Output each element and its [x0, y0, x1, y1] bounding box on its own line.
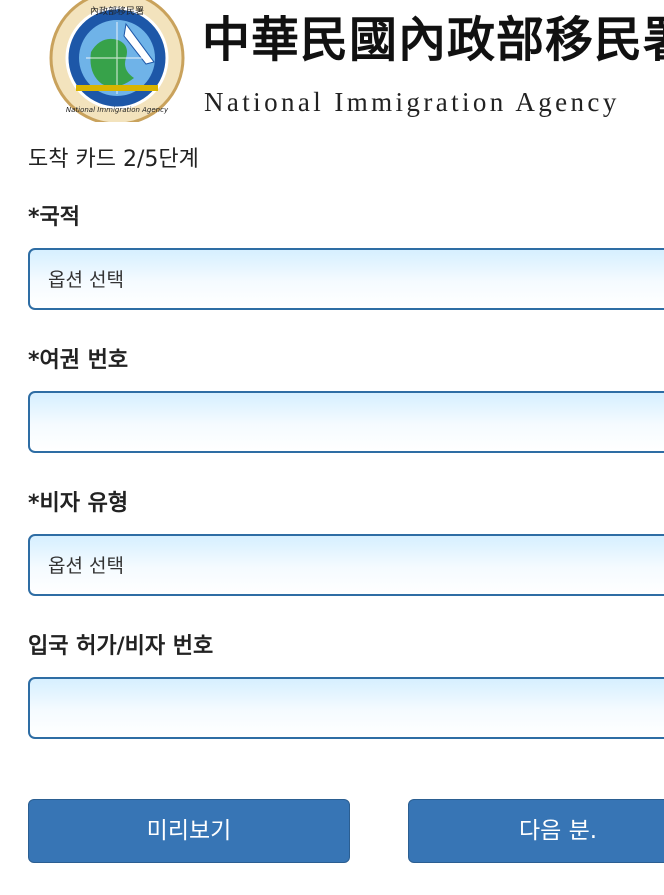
next-button[interactable]: 다음 분.: [408, 799, 664, 863]
nationality-select-value: 옵션 선택: [48, 269, 124, 291]
passport-number-input[interactable]: [28, 391, 664, 453]
agency-name-chinese: 中華民國內政部移民署: [202, 12, 664, 68]
site-header: 內政部移民署 National Immigration Agency 中華民國內…: [0, 0, 664, 130]
emblem-ring-text-top: 內政部移民署: [90, 5, 144, 17]
entry-permit-number-input[interactable]: [28, 677, 664, 739]
visa-type-select[interactable]: 옵션 선택: [28, 534, 664, 596]
arrival-card-page: 內政部移民署 National Immigration Agency 中華民國內…: [0, 0, 664, 895]
visa-type-select-value: 옵션 선택: [48, 555, 124, 577]
step-indicator: 도착 카드 2/5단계: [28, 147, 199, 172]
preview-button[interactable]: 미리보기: [28, 799, 350, 863]
visa-type-label: *비자 유형: [28, 491, 129, 516]
nationality-label: *국적: [28, 205, 80, 230]
agency-name-english: National Immigration Agency: [204, 87, 620, 117]
emblem-ring-text-bottom: National Immigration Agency: [66, 106, 169, 114]
entry-permit-number-label: 입국 허가/비자 번호: [28, 634, 214, 659]
agency-emblem-icon: 內政部移民署 National Immigration Agency: [49, 0, 185, 122]
passport-number-label: *여권 번호: [28, 348, 129, 373]
nationality-select[interactable]: 옵션 선택: [28, 248, 664, 310]
